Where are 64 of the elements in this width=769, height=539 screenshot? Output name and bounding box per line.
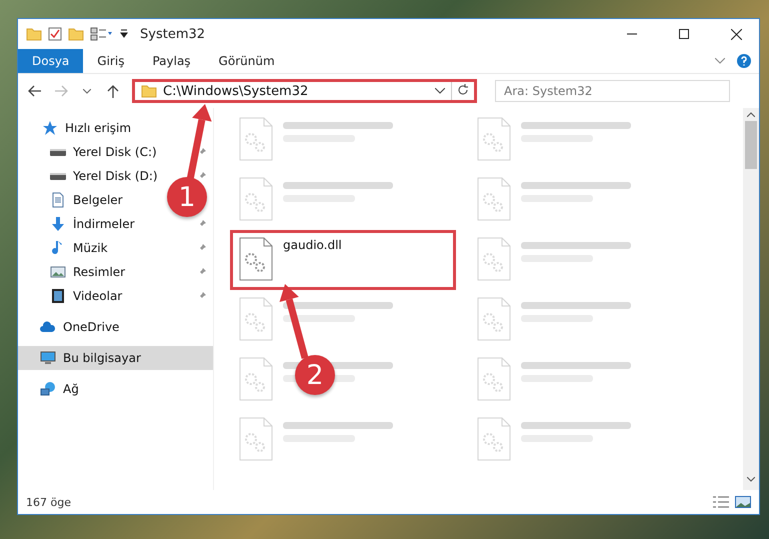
file-icon [239, 237, 273, 281]
address-bar[interactable]: C:\Windows\System32 [132, 79, 477, 103]
search-field[interactable]: Ara: System32 [495, 80, 730, 102]
sidebar-item[interactable]: Yerel Disk (D:) [50, 164, 164, 188]
ribbon-tab[interactable]: Görünüm [204, 49, 289, 73]
file-icon [477, 297, 511, 341]
up-arrow-icon [107, 84, 119, 98]
blurred-file-type [283, 315, 355, 322]
document-icon [50, 192, 66, 208]
sidebar-item[interactable]: Resimler [50, 260, 132, 284]
sidebar-item[interactable]: OneDrive [40, 315, 126, 339]
sidebar-item[interactable]: Belgeler [50, 188, 129, 212]
drive-icon [50, 148, 66, 156]
view-options-icon[interactable] [90, 27, 114, 41]
file-icon [239, 177, 273, 221]
item-count: 167 öge [26, 496, 72, 508]
back-arrow-icon [28, 85, 42, 97]
file-icon [477, 417, 511, 461]
file-icon [477, 177, 511, 221]
folder-icon [26, 27, 42, 41]
file-icon [477, 237, 511, 281]
sidebar-item[interactable]: İndirmeler [50, 212, 141, 236]
maximize-icon [679, 29, 689, 39]
picture-icon [50, 264, 66, 280]
expand-ribbon-icon[interactable] [715, 58, 725, 64]
file-item[interactable]: gaudio.dll [230, 230, 456, 290]
forward-arrow-icon [54, 85, 68, 97]
drive-icon [50, 172, 66, 180]
sidebar-item[interactable]: Yerel Disk (C:) [50, 140, 163, 164]
window-title: System32 [140, 26, 206, 42]
scroll-up-icon[interactable] [747, 112, 755, 117]
sidebar-item[interactable]: Hızlı erişim [42, 116, 138, 140]
file-icon [239, 417, 273, 461]
details-view-icon[interactable] [713, 496, 729, 508]
file-icon [239, 117, 273, 161]
dropdown-icon[interactable] [435, 88, 445, 94]
file-icon [477, 117, 511, 161]
cloud-icon [40, 319, 56, 335]
sidebar-item[interactable]: Ağ [40, 377, 85, 401]
folder-icon [141, 84, 157, 98]
film-icon [50, 288, 66, 304]
scroll-down-icon[interactable] [747, 477, 755, 482]
close-icon [730, 28, 742, 40]
sidebar-item[interactable]: Müzik [50, 236, 114, 260]
file-icon [477, 357, 511, 401]
download-icon [50, 216, 66, 232]
ribbon-tab[interactable]: Giriş [83, 49, 138, 73]
file-icon [239, 357, 273, 401]
ribbon-tab[interactable]: Dosya [18, 49, 84, 73]
chevron-down-icon [83, 88, 91, 94]
network-icon [40, 381, 56, 397]
new-folder-icon [68, 27, 84, 41]
sidebar-item[interactable]: Videolar [50, 284, 128, 308]
star-icon [42, 120, 58, 136]
scrollbar-thumb[interactable] [745, 121, 757, 169]
sidebar-item[interactable]: Bu bilgisayar [18, 346, 213, 370]
customize-arrow-icon[interactable] [120, 29, 128, 39]
file-icon [239, 297, 273, 341]
ribbon-tab[interactable]: Paylaş [138, 49, 205, 73]
scrollbar[interactable] [743, 108, 759, 490]
monitor-icon [40, 350, 56, 366]
large-icons-view-icon[interactable] [735, 496, 751, 508]
help-icon[interactable] [737, 54, 751, 68]
properties-icon[interactable] [48, 27, 62, 41]
